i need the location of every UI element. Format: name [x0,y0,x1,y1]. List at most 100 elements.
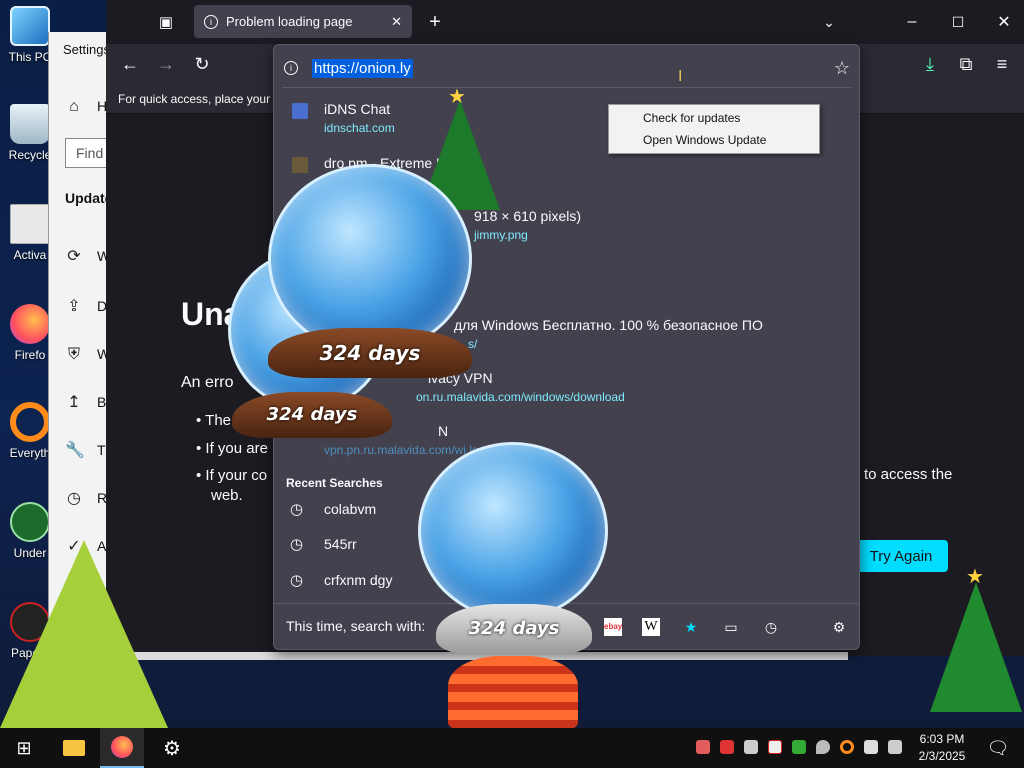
url-input[interactable]: i https://onion.ly ☆ [284,53,850,83]
christmas-tree-icon [930,582,1022,712]
context-menu: Check for updates Open Windows Update [608,104,820,154]
tray-app-icon[interactable] [720,740,734,754]
try-again-button[interactable]: Try Again [854,540,948,572]
new-tab-icon[interactable]: + [421,8,449,36]
tray-app-icon[interactable] [696,740,710,754]
gear-icon[interactable]: ⚙ [830,618,848,636]
ebay-icon[interactable]: ebay [604,618,622,636]
tab-bar: ▣ i Problem loading page ✕ + ⌄ – ☐ ✕ [106,0,1024,44]
close-tab-icon[interactable]: ✕ [391,14,402,30]
clock-date: 2/3/2025 [918,749,966,763]
recent-searches-header: Recent Searches [286,476,383,490]
menu-icon[interactable]: ≡ [988,50,1016,78]
suggestion-url: s/ [468,337,478,351]
suggestion-title: N [438,423,449,439]
suggestion-title: для Windows Бесплатно. 100 % безопасное … [454,317,763,333]
bookmarks-hint: For quick access, place your b [118,92,281,106]
recycle-bin-icon [10,104,50,144]
site-favicon-icon [292,157,308,173]
divider [282,87,852,88]
firefox-icon [10,304,50,344]
refresh-icon[interactable]: ⟳ [65,248,83,266]
history-icon: ◷ [290,536,304,553]
info-icon[interactable]: i [284,61,298,75]
suggestion-url: on.ru.malavida.com/windows/download [416,390,625,404]
settings-find-input[interactable]: Find [65,138,108,168]
search-icon [10,402,50,442]
start-windows-icon[interactable]: ⊞ [2,728,46,768]
game-icon [10,502,50,542]
clock[interactable]: 6:03 PM 2/3/2025 [912,731,972,765]
droplet-icon[interactable] [816,740,830,754]
maximize-icon[interactable]: ☐ [944,8,972,36]
chevron-down-icon[interactable]: ⌄ [815,8,843,36]
tabs-icon[interactable]: ▭ [722,618,740,636]
countdown-badge: 324 days [232,392,392,438]
tray-app-icon[interactable] [744,740,758,754]
url-text[interactable]: https://onion.ly [312,58,413,78]
countdown-badge: 324 days [268,328,472,378]
shield-icon[interactable]: ⛨ [65,346,83,364]
minimize-icon[interactable]: – [898,8,926,36]
check-for-updates-item[interactable]: Check for updates [643,108,740,128]
suggestion-url: jimmy.png [474,228,528,242]
wrench-icon[interactable]: 🔧 [65,442,85,460]
star-icon: ★ [966,566,984,588]
backup-icon[interactable]: ↥ [65,394,83,412]
recent-search-text: 545rr [324,536,357,552]
suggestion-title: 918 × 610 pixels) [474,208,582,224]
error-subtitle: An erro [181,374,234,391]
firefox-taskbar-icon[interactable] [100,728,144,768]
error-bullet-tail: to access the [864,466,953,483]
taskbar: ⊞ ⚙ 6:03 PM 2/3/2025 🗨 [0,728,1024,768]
spiral-tree-icon [448,656,578,730]
tab-overview-icon[interactable]: ▣ [152,8,180,36]
bookmarks-star-icon[interactable]: ★ [682,618,700,636]
star-icon[interactable]: ☆ [834,58,850,79]
recent-search-text: colabvm [324,501,377,517]
settings-taskbar-icon[interactable]: ⚙ [150,728,194,768]
history-icon: ◷ [290,501,304,518]
search-with-label: This time, search with: [286,618,426,634]
volume-icon[interactable] [888,740,902,754]
tab-active[interactable]: i Problem loading page ✕ [194,5,412,38]
countdown-badge: 324 days [436,604,592,654]
upload-icon[interactable]: ⇪ [65,298,83,316]
forward-icon[interactable]: → [152,50,180,78]
text-cursor-icon: I [678,68,683,85]
tab-title: Problem loading page [226,14,353,29]
clock-time: 6:03 PM [919,732,965,746]
notifications-icon[interactable]: 🗨 [976,728,1020,768]
file-explorer-icon[interactable] [52,728,96,768]
close-window-icon[interactable]: ✕ [990,8,1018,36]
suggestion-url: idnschat.com [324,121,395,135]
tray-app-icon[interactable] [792,740,806,754]
computer-icon [10,6,50,46]
snow-globe-icon [418,442,608,620]
network-icon[interactable] [864,740,878,754]
history-icon[interactable]: ◷ [762,618,780,636]
home-icon[interactable]: ⌂ [65,98,83,116]
back-icon[interactable]: ← [116,50,144,78]
download-icon[interactable]: ⤓ [916,50,944,78]
site-favicon-icon [292,103,308,119]
bullet-text: If your co [205,467,268,484]
document-icon [10,204,50,244]
info-icon: i [204,14,218,29]
reload-icon[interactable]: ↻ [188,50,216,78]
wikipedia-icon[interactable]: W [642,618,660,636]
history-icon[interactable]: ◷ [65,490,83,508]
settings-section-title: Update [65,190,108,206]
snow-globe-icon [268,164,472,354]
extensions-icon[interactable]: ⧉ [952,50,980,78]
open-windows-update-item[interactable]: Open Windows Update [643,130,766,150]
settings-title: Settings [63,42,108,57]
tray-app-icon[interactable] [768,740,782,754]
search-tray-icon[interactable] [840,740,854,754]
history-icon: ◷ [290,572,304,589]
christmas-tree-icon [0,540,168,728]
bullet-text: If you are [205,440,268,457]
recent-search-text: crfxnm dgy [324,572,393,588]
bullet-text: The [205,412,232,429]
star-icon: ★ [448,86,466,108]
